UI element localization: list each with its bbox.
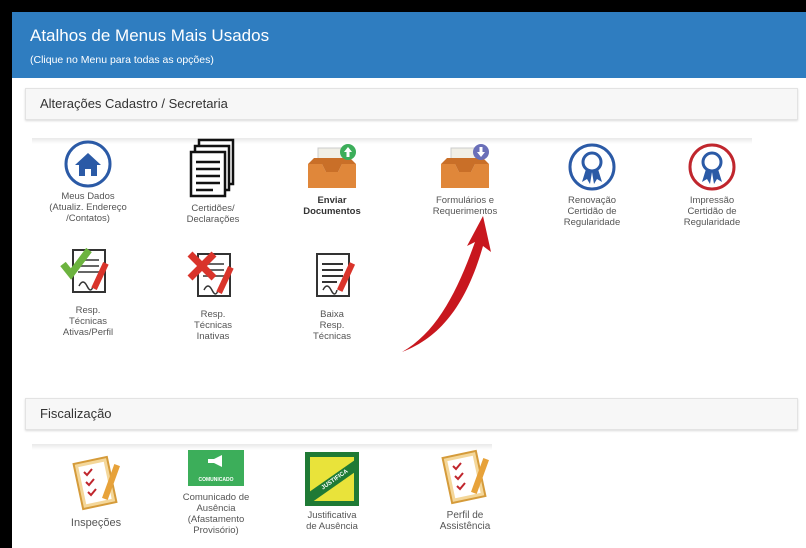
panel-title: Atalhos de Menus Mais Usados (30, 26, 270, 45)
shortcut-label: Enviar Documentos (303, 195, 361, 217)
section-title-cadastro: Alterações Cadastro / Secretaria (40, 96, 228, 111)
panel-subtitle: (Clique no Menu para todas as opções) (30, 54, 214, 66)
shortcut-label: Impressão Certidão de Regularidade (683, 195, 741, 228)
shortcut-label: Perfil de Assistência (439, 510, 491, 532)
shortcut-label: Justificativa de Ausência (306, 510, 358, 532)
section-header-fiscalizacao[interactable]: Fiscalização (25, 398, 798, 430)
shortcut-inspecoes[interactable]: Inspeções (48, 454, 144, 529)
shortcut-label: Inspeções (70, 517, 122, 529)
shortcuts-panel: Atalhos de Menus Mais Usados (Clique no … (12, 12, 806, 548)
shortcut-impressao-certidao[interactable]: Impressão Certidão de Regularidade (664, 142, 760, 228)
justification-note: JUSTIFICA (310, 457, 354, 501)
shortcut-resp-tecnicas-inativas[interactable]: Resp. Técnicas Inativas (165, 248, 261, 342)
badge-text: JUSTIFICA (310, 457, 354, 501)
megaphone-icon: COMUNICADO (188, 450, 244, 486)
shortcut-label: Resp. Técnicas Inativas (193, 309, 232, 342)
section-title-fiscalizacao: Fiscalização (40, 406, 112, 421)
shortcut-meus-dados[interactable]: Meus Dados (Atualiz. Endereço /Contatos) (40, 140, 136, 224)
signed-document-check-icon (60, 247, 109, 293)
download-box-icon (441, 144, 489, 188)
panel-header: Atalhos de Menus Mais Usados (Clique no … (12, 12, 806, 78)
shortcut-certidoes[interactable]: Certidões/ Declarações (165, 138, 261, 225)
checklist-icon (441, 449, 489, 505)
shortcut-label: Meus Dados (Atualiz. Endereço /Contatos) (49, 191, 127, 224)
annotation-arrow (402, 216, 491, 352)
shortcut-resp-tecnicas-ativas[interactable]: Resp. Técnicas Ativas/Perfil (40, 244, 136, 338)
shortcut-formularios[interactable]: Formulários e Requerimentos (417, 142, 513, 217)
shortcut-label: Baixa Resp. Técnicas (312, 309, 351, 342)
award-ribbon-icon (688, 143, 736, 191)
shortcut-comunicado-ausencia[interactable]: COMUNICADO Comunicado de Ausência (Afast… (168, 450, 264, 536)
megaphone-glyph (208, 455, 222, 467)
signed-document-x-icon (187, 251, 234, 297)
shortcut-label: Certidões/ Declarações (186, 203, 240, 225)
signed-document-icon (316, 253, 356, 297)
shortcut-baixa-resp-tecnicas[interactable]: Baixa Resp. Técnicas (284, 248, 380, 342)
shortcut-enviar-documentos[interactable]: Enviar Documentos (284, 142, 380, 217)
shortcut-justificativa-ausencia[interactable]: JUSTIFICA Justificativa de Ausência (284, 452, 380, 532)
shortcut-label: Renovação Certidão de Regularidade (563, 195, 621, 228)
divider (32, 138, 752, 144)
award-ribbon-icon (568, 143, 616, 191)
badge-text: COMUNICADO (198, 477, 234, 483)
checklist-icon (72, 455, 120, 511)
upload-box-icon (308, 144, 356, 188)
documents-icon (189, 138, 235, 198)
home-icon (64, 140, 112, 188)
section-header-cadastro[interactable]: Alterações Cadastro / Secretaria (25, 88, 798, 120)
shortcut-renovacao-certidao[interactable]: Renovação Certidão de Regularidade (544, 142, 640, 228)
shortcut-perfil-assistencia[interactable]: Perfil de Assistência (417, 448, 513, 532)
shortcut-label: Resp. Técnicas Ativas/Perfil (62, 305, 114, 338)
shortcut-label: Comunicado de Ausência (Afastamento Prov… (182, 492, 250, 536)
justification-icon: JUSTIFICA (305, 452, 359, 506)
